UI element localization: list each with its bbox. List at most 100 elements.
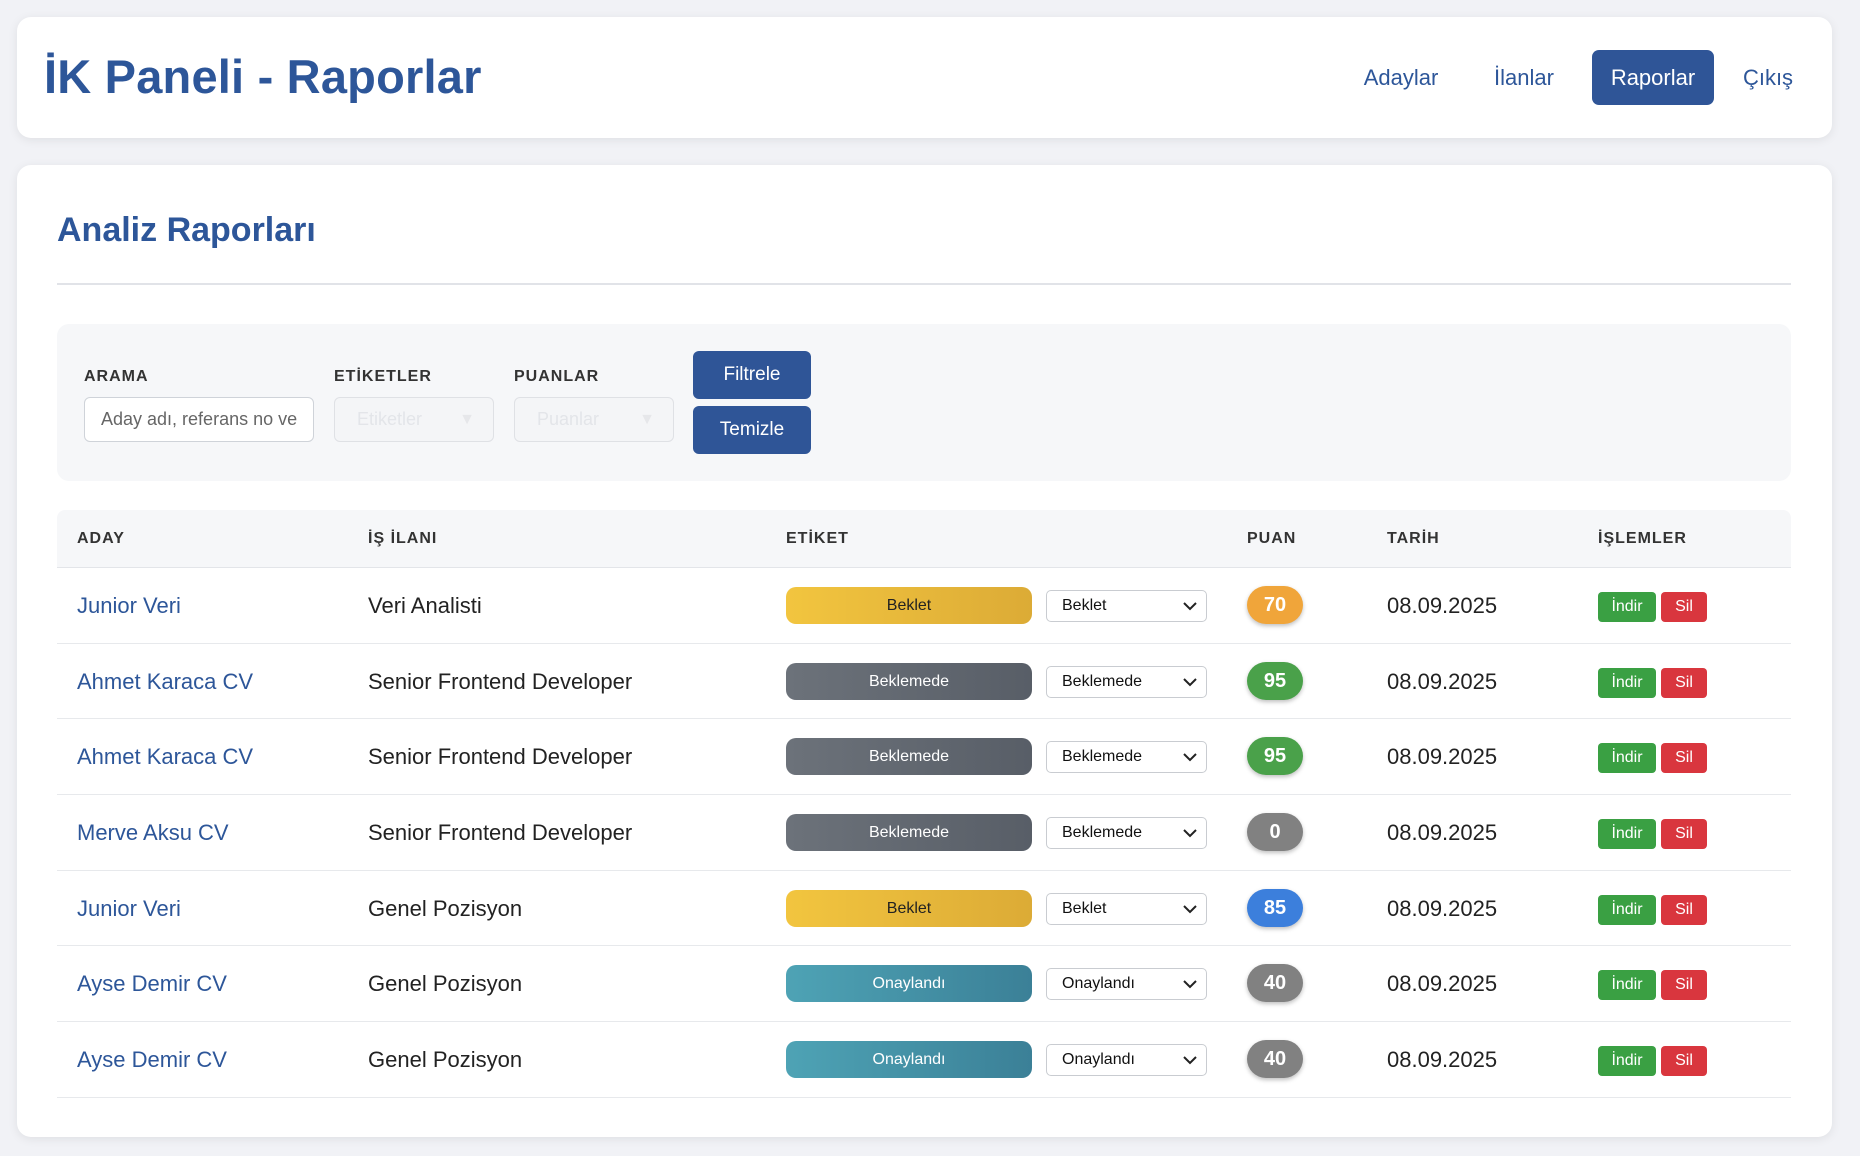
date: 08.09.2025 [1387,744,1498,770]
score-badge: 85 [1247,888,1303,927]
job-title: Genel Pozisyon [368,1047,523,1073]
delete-button[interactable]: Sil [1661,894,1707,925]
tag-badge: Onaylandı [786,1041,1032,1079]
score-badge: 40 [1247,1040,1303,1079]
table-row: Ayse Demir CV Genel Pozisyon Onaylandı Onay… [57,946,1791,1023]
job-title: Senior Frontend Developer [368,744,633,770]
score-badge: 95 [1247,737,1303,776]
table-row: Ahmet Karaca CV Senior Frontend Developer… [57,719,1791,796]
chevron-down-icon: ▼ [459,411,475,428]
tag-select-value: Beklemede [1062,824,1143,842]
score-badge: 70 [1247,586,1303,624]
tag-select[interactable]: Onaylandı [1046,968,1207,1001]
candidate-link[interactable]: Ayse Demir CV [77,1022,227,1097]
candidate-link[interactable]: Merve Aksu CV [77,795,229,870]
tag-badge: Onaylandı [786,965,1032,1003]
table-body: Junior Veri Veri Analisti Beklet Beklet 70 08… [57,568,1791,1098]
tags-select-placeholder: Etiketler [357,409,423,429]
download-button[interactable]: İndir [1598,970,1656,1001]
scores-select-placeholder: Puanlar [537,409,600,429]
tag-badge: Beklemede [786,814,1032,852]
col-is-ilani: İŞ İLANI [368,530,438,547]
col-puan: PUAN [1247,530,1297,547]
download-button[interactable]: İndir [1598,1046,1656,1077]
candidate-link[interactable]: Junior Veri [77,871,181,946]
tag-badge: Beklet [786,889,1032,927]
job-title: Genel Pozisyon [368,895,523,921]
candidate-link[interactable]: Ahmet Karaca CV [77,644,253,719]
job-title: Senior Frontend Developer [368,820,633,846]
tag-select[interactable]: Beklet [1046,590,1207,622]
date: 08.09.2025 [1387,971,1498,997]
table-header: ADAY İŞ İLANI ETİKET PUAN TARİH İŞLEMLER [57,510,1791,568]
table-row: Junior Veri Veri Analisti Beklet Beklet 70 08… [57,568,1791,644]
tag-select-value: Onaylandı [1062,1051,1135,1069]
search-input[interactable] [84,397,314,442]
job-title: Veri Analisti [368,593,482,618]
tag-badge: Beklemede [786,662,1032,700]
job-title: Genel Pozisyon [368,971,523,997]
tag-select[interactable]: Beklemede [1046,665,1207,698]
tag-select[interactable]: Onaylandı [1046,1044,1207,1077]
tag-select-value: Beklemede [1062,672,1143,690]
score-badge: 0 [1247,813,1303,852]
job-title: Senior Frontend Developer [368,668,633,694]
delete-button[interactable]: Sil [1661,970,1707,1001]
tag-select-value: Beklet [1062,597,1107,614]
tag-select[interactable]: Beklemede [1046,741,1207,774]
download-button[interactable]: İndir [1598,894,1656,925]
delete-button[interactable]: Sil [1661,1046,1707,1077]
date: 08.09.2025 [1387,820,1498,846]
download-button[interactable]: İndir [1598,819,1656,850]
section-title: Analiz Raporları [57,211,316,249]
search-label: ARAMA [84,368,149,385]
divider [57,283,1791,285]
table-row: Ahmet Karaca CV Senior Frontend Developer… [57,644,1791,720]
nav-cikis[interactable]: Çıkış [1732,50,1804,105]
delete-button[interactable]: Sil [1661,667,1707,698]
tag-badge: Beklemede [786,738,1032,776]
tags-label: ETİKETLER [334,368,432,385]
download-button[interactable]: İndir [1598,592,1656,622]
tag-select[interactable]: Beklet [1046,892,1207,925]
delete-button[interactable]: Sil [1661,592,1707,622]
download-button[interactable]: İndir [1598,743,1656,774]
chevron-down-icon: ▼ [639,411,655,428]
table-row: Merve Aksu CV Senior Frontend Developer Be… [57,795,1791,871]
clear-button[interactable]: Temizle [693,406,811,454]
candidate-link[interactable]: Ayse Demir CV [77,946,227,1021]
tag-badge: Beklet [786,587,1032,624]
scores-label: PUANLAR [514,368,600,385]
score-badge: 95 [1247,661,1303,700]
download-button[interactable]: İndir [1598,667,1656,698]
reports-panel: Analiz Raporları ARAMA ETİKETLER Etiketl… [17,165,1832,1137]
score-badge: 40 [1247,964,1303,1003]
nav-adaylar[interactable]: Adaylar [1346,50,1456,105]
col-aday: ADAY [77,530,125,547]
col-etiket: ETİKET [786,530,849,547]
filter-box: ARAMA ETİKETLER Etiketler ▼ PUANLAR Puan… [57,324,1791,481]
tag-select-value: Onaylandı [1062,975,1135,993]
date: 08.09.2025 [1387,1047,1498,1073]
nav-ilanlar[interactable]: İlanlar [1474,50,1574,105]
candidate-link[interactable]: Junior Veri [77,568,181,643]
col-tarih: TARİH [1387,530,1440,547]
delete-button[interactable]: Sil [1661,743,1707,774]
date: 08.09.2025 [1387,668,1498,694]
nav-raporlar[interactable]: Raporlar [1592,50,1714,105]
delete-button[interactable]: Sil [1661,819,1707,850]
filter-button[interactable]: Filtrele [693,351,811,399]
app-header: İK Paneli - Raporlar Adaylar İlanlar Rap… [17,17,1832,138]
tag-select-value: Beklet [1062,899,1107,917]
table-row: Ayse Demir CV Genel Pozisyon Onaylandı Onay… [57,1022,1791,1098]
tags-select[interactable]: Etiketler ▼ [334,397,494,442]
app-title: İK Paneli - Raporlar [44,50,482,103]
candidate-link[interactable]: Ahmet Karaca CV [77,719,253,794]
date: 08.09.2025 [1387,593,1498,618]
date: 08.09.2025 [1387,895,1498,921]
table-row: Junior Veri Genel Pozisyon Beklet Beklet 85 0… [57,871,1791,947]
tag-select[interactable]: Beklemede [1046,817,1207,850]
col-islemler: İŞLEMLER [1598,530,1687,547]
scores-select[interactable]: Puanlar ▼ [514,397,674,442]
tag-select-value: Beklemede [1062,748,1143,766]
